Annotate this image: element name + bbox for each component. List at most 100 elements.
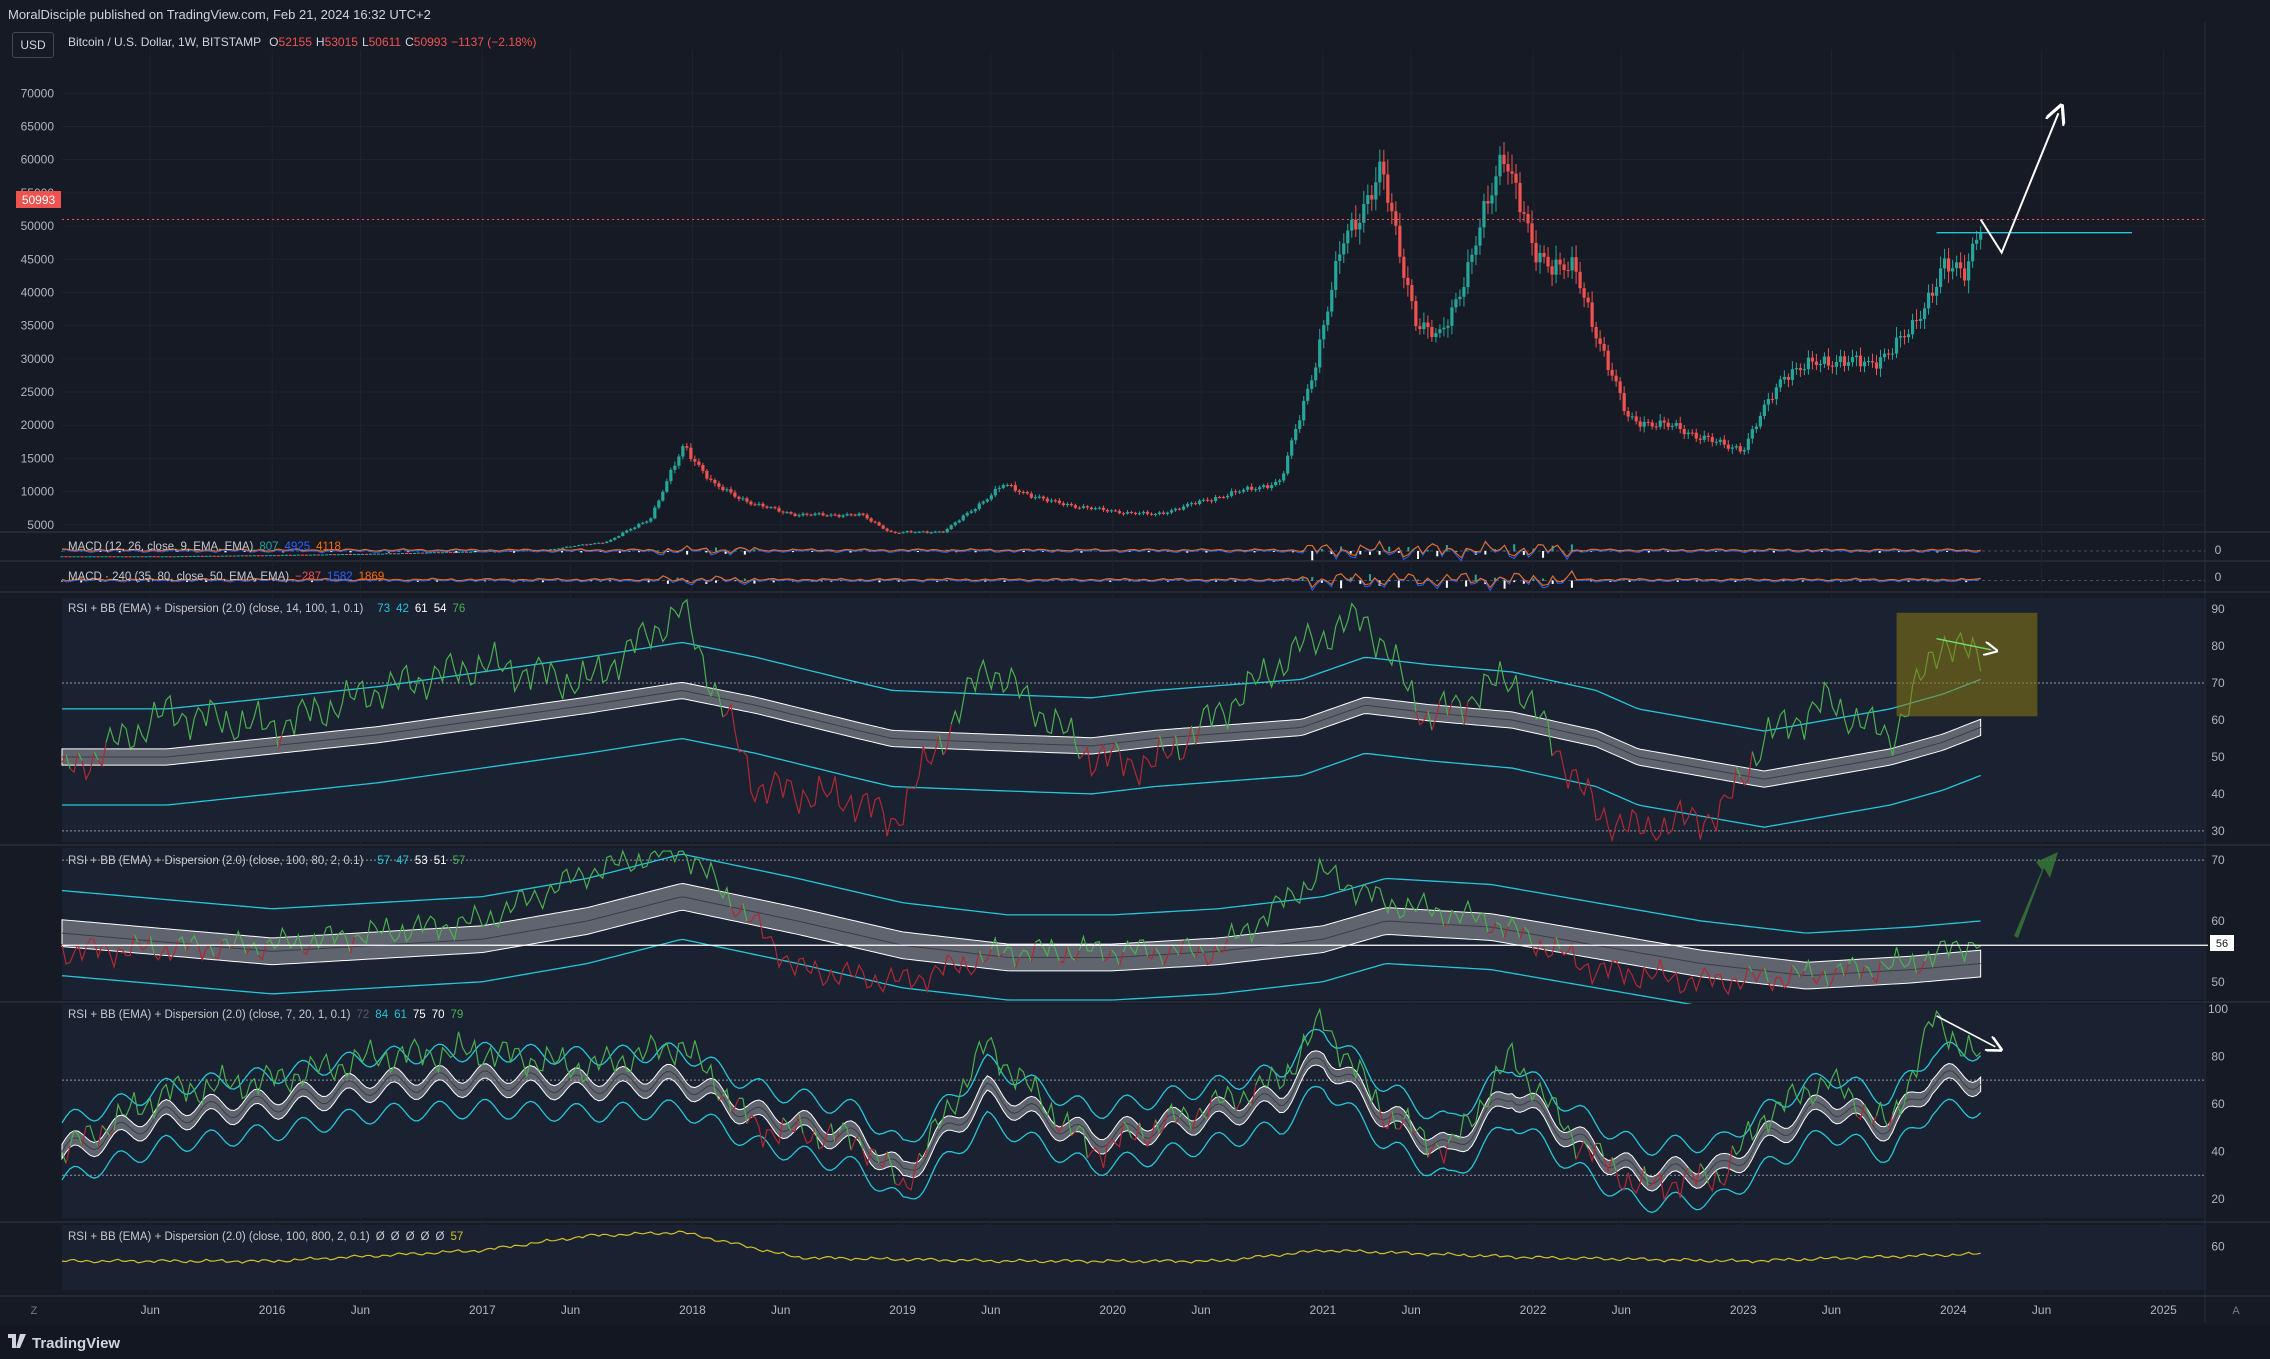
candle-body <box>717 483 721 487</box>
y-tick-label: 45000 <box>21 252 55 266</box>
candle-body <box>1550 266 1554 275</box>
candle-body <box>1374 182 1378 200</box>
candle-body <box>388 553 393 555</box>
candle-body <box>84 556 88 558</box>
candle-body <box>873 521 877 523</box>
candle-body <box>1013 485 1017 491</box>
candle-body <box>917 531 921 533</box>
candle-body <box>809 514 813 516</box>
histogram-bar <box>984 580 987 582</box>
candle-body <box>320 554 324 556</box>
histogram-bar <box>657 550 660 552</box>
candle-body <box>432 552 437 554</box>
candle-body <box>1362 203 1366 223</box>
candle-body <box>272 555 276 557</box>
candle-body <box>789 512 793 514</box>
histogram-bar <box>349 551 352 553</box>
projection-arrow <box>1979 113 2059 255</box>
y-tick-label: 10000 <box>21 485 55 499</box>
chart-canvas[interactable]: Jun 2016 Jun 2017 Jun 2018 Jun 2019 Jun 2020 Jun 20… <box>0 22 2270 1325</box>
x-tick-label: 2023 <box>1730 1303 1757 1317</box>
candle-body <box>1690 432 1694 434</box>
candle-body <box>124 556 128 558</box>
candle-body <box>1342 243 1346 255</box>
candle-body <box>1630 416 1634 418</box>
candle-body <box>1061 503 1065 506</box>
candle-body <box>252 555 256 557</box>
candle-body <box>304 554 308 556</box>
candle-body <box>1682 428 1686 435</box>
histogram-bar <box>1772 551 1775 553</box>
candle-body <box>1181 506 1186 510</box>
candle-body <box>360 553 365 555</box>
candle-body <box>1963 268 1967 281</box>
candle-body <box>380 553 385 555</box>
histogram-bar <box>878 580 881 583</box>
candle-body <box>220 555 224 557</box>
rsi-14-pane[interactable] <box>61 598 2205 843</box>
candle-body <box>1213 497 1218 501</box>
candle-body <box>1274 481 1278 486</box>
candle-body <box>1073 505 1077 508</box>
rsi-100-pane[interactable] <box>61 848 2208 1019</box>
candle-body <box>1746 438 1750 450</box>
candle-body <box>1093 508 1098 510</box>
rsi-7-pane[interactable] <box>61 1004 2205 1218</box>
histogram-bar <box>1907 580 1910 582</box>
candle-body <box>1794 368 1798 370</box>
candle-body <box>260 555 264 557</box>
histogram-bar <box>1359 551 1362 555</box>
candle-body <box>1658 420 1662 427</box>
candle-body <box>280 554 284 556</box>
auto-a-button: A <box>2232 1305 2240 1317</box>
candle-body <box>1418 326 1422 330</box>
candle-body <box>1770 398 1774 400</box>
histogram-bar <box>1513 544 1516 552</box>
candle-body <box>1510 171 1514 174</box>
candle-body <box>104 556 108 558</box>
candle-body <box>1942 258 1947 269</box>
y-tick-label: 15000 <box>21 451 55 465</box>
macd-pane[interactable] <box>61 539 2205 562</box>
price-pane[interactable] <box>60 113 2205 558</box>
candle-body <box>1209 500 1214 502</box>
candle-body <box>1947 258 1951 272</box>
candle-body <box>228 555 232 557</box>
candle-body <box>1001 485 1005 488</box>
candle-body <box>1538 252 1542 263</box>
x-tick-label: 2018 <box>679 1303 706 1317</box>
candle-body <box>1390 202 1394 212</box>
x-tick-label: 2019 <box>889 1303 916 1317</box>
candle-body <box>1053 500 1057 502</box>
histogram-bar <box>1022 551 1025 553</box>
candle-body <box>1358 222 1362 230</box>
candle-body <box>1041 496 1045 499</box>
candle-body <box>300 554 304 556</box>
candle-body <box>140 556 144 558</box>
candle-body <box>1113 510 1118 512</box>
candle-body <box>841 515 845 517</box>
candle-body <box>1742 449 1746 452</box>
candle-body <box>1738 446 1742 452</box>
histogram-bar <box>1205 551 1208 553</box>
candle-body <box>1774 387 1778 400</box>
histogram-bar <box>1782 580 1785 582</box>
histogram-bar <box>1695 580 1698 582</box>
histogram-bar <box>743 578 746 581</box>
candle-body <box>1085 506 1090 508</box>
candle-body <box>288 554 292 556</box>
candle-body <box>1586 297 1590 303</box>
candle-body <box>1934 286 1939 296</box>
candle-body <box>68 556 72 558</box>
candle-body <box>176 556 180 558</box>
candle-body <box>957 520 961 523</box>
histogram-bar <box>541 580 544 583</box>
x-tick-label: Jun <box>1191 1303 1210 1317</box>
candle-body <box>1826 356 1831 366</box>
candle-body <box>861 513 865 515</box>
candle-body <box>372 553 377 555</box>
candle-body <box>1029 493 1033 498</box>
currency-button[interactable]: USD <box>12 32 54 58</box>
candle-body <box>96 556 100 558</box>
histogram-bar <box>772 580 775 583</box>
